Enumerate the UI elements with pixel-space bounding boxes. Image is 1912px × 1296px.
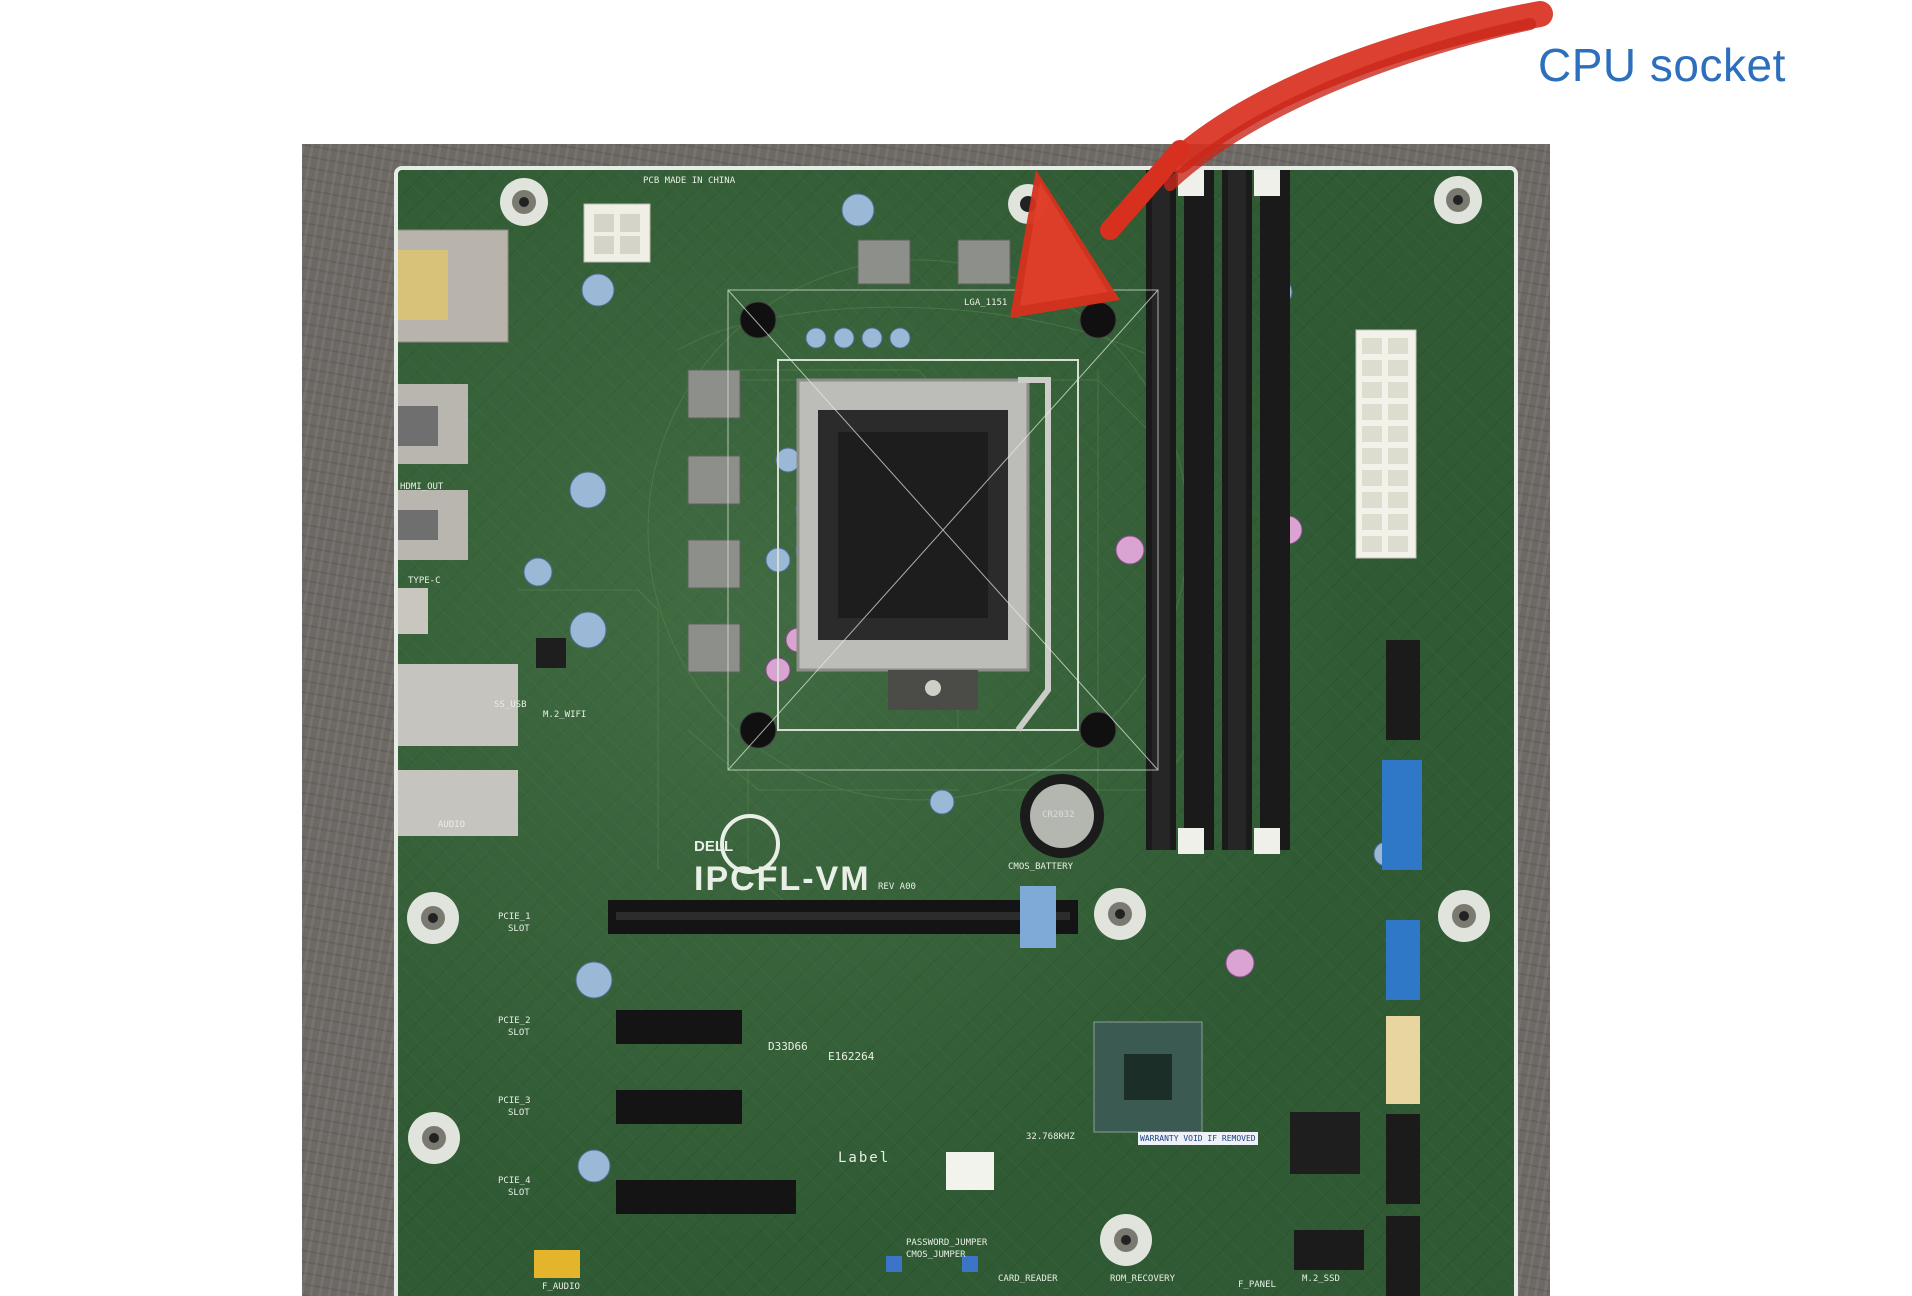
motherboard-photo: PCB MADE IN CHINA LGA_1151 HDMI_OUT TYPE…: [302, 144, 1550, 1296]
f-panel-label: F_PANEL: [1238, 1280, 1276, 1290]
warranty-sticker: WARRANTY VOID IF REMOVED: [1138, 1132, 1258, 1145]
pcie4-slot-label: SLOT: [508, 1188, 530, 1198]
cmos-jumper-label: CMOS_JUMPER: [906, 1250, 966, 1260]
socket-label: LGA_1151: [964, 298, 1008, 308]
rev-label: REV A00: [878, 882, 916, 892]
cpu-socket: [739, 301, 1117, 749]
dell-logo-text: DELL: [694, 838, 734, 855]
pcb-made-in-label: PCB MADE IN CHINA: [643, 176, 736, 186]
cpu-socket-annotation-label: CPU socket: [1538, 39, 1786, 91]
pcie2-label: PCIE_2: [498, 1016, 531, 1026]
mounting-holes: [407, 176, 1490, 1266]
audio-label: AUDIO: [438, 820, 466, 830]
cert-number: D33D66: [768, 1040, 808, 1053]
pcie1-slot-label: SLOT: [508, 924, 530, 934]
password-jumper-label: PASSWORD_JUMPER: [906, 1238, 988, 1248]
headers-and-sata: [1294, 640, 1422, 1296]
hdmi-label: HDMI_OUT: [400, 482, 444, 492]
e-number: E162264: [828, 1050, 875, 1063]
label-area: Label: [838, 1150, 891, 1166]
pcie4-label: PCIE_4: [498, 1176, 531, 1186]
m2-wifi-label: M.2_WIFI: [543, 710, 587, 720]
cpu-power-connector: [583, 203, 651, 263]
atx-power-connector: [1355, 329, 1417, 559]
pcie3-label: PCIE_3: [498, 1096, 531, 1106]
m2-ssd-label: M.2_SSD: [1302, 1274, 1340, 1284]
pcie3-slot-label: SLOT: [508, 1108, 530, 1118]
type-c-label: TYPE-C: [408, 576, 441, 586]
board-model: IPCFL-VM: [694, 860, 871, 898]
ss-usb-label: SS_USB: [494, 700, 527, 710]
rear-io-ports: [398, 229, 518, 836]
card-reader-label: CARD_READER: [998, 1274, 1058, 1284]
crystal-label: 32.768KHZ: [1026, 1132, 1075, 1142]
battery-model: CR2032: [1042, 810, 1075, 820]
pcie1-label: PCIE_1: [498, 912, 531, 922]
rom-recovery-label: ROM_RECOVERY: [1110, 1274, 1176, 1284]
motherboard-pcb: PCB MADE IN CHINA LGA_1151 HDMI_OUT TYPE…: [394, 166, 1518, 1296]
f-audio-label: F_AUDIO: [542, 1282, 580, 1292]
dimm-slots: [1146, 170, 1290, 854]
cmos-battery-label: CMOS_BATTERY: [1008, 862, 1074, 872]
pcie2-slot-label: SLOT: [508, 1028, 530, 1038]
